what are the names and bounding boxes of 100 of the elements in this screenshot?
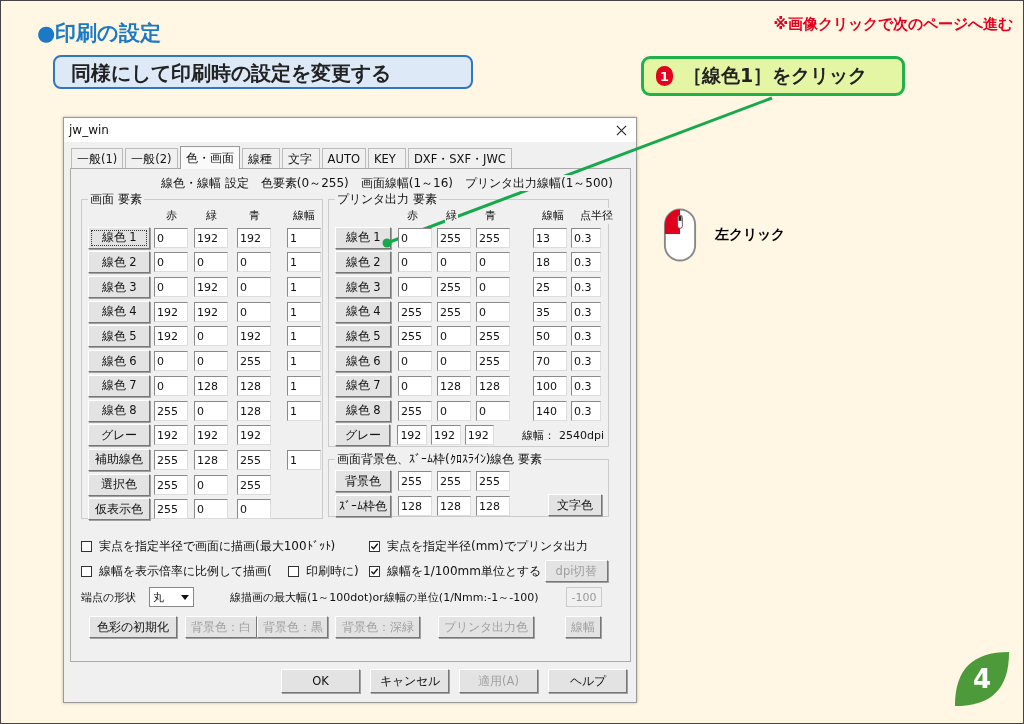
input-field[interactable]: 192 [154,301,188,322]
input-field[interactable]: 255 [154,449,188,470]
color-button[interactable]: ｽﾞｰﾑ枠色 [335,495,391,517]
color-button[interactable]: グレー [88,424,150,447]
tab[interactable]: 色・画面 [179,146,240,169]
color-button[interactable]: 線色 4 [88,300,150,323]
input-field[interactable]: 192 [194,301,228,322]
input-field[interactable]: 1 [287,227,321,248]
input-field[interactable]: 255 [476,471,510,491]
input-field[interactable]: 128 [476,496,510,516]
input-field[interactable]: 192 [154,326,188,347]
input-field[interactable]: 140 [533,400,567,421]
input-field[interactable]: 0 [194,400,228,421]
color-button[interactable]: 線色 7 [335,374,391,397]
input-field[interactable]: 192 [464,425,495,446]
color-button[interactable]: 仮表示色 [88,498,150,521]
color-button[interactable]: 選択色 [88,473,150,496]
dialog-button[interactable]: キャンセル [370,669,449,693]
color-button[interactable]: 線色 8 [88,399,150,422]
tab[interactable]: KEY [367,148,406,168]
input-field[interactable]: 0.3 [571,252,601,273]
input-field[interactable]: 0 [398,277,432,298]
input-field[interactable]: 255 [476,351,510,372]
input-field[interactable]: 1 [287,375,321,396]
input-field[interactable]: 0 [194,499,228,520]
close-icon[interactable] [616,124,627,136]
input-field[interactable]: 128 [437,375,471,396]
input-field[interactable]: 255 [437,301,471,322]
input-field[interactable]: 192 [431,425,461,446]
input-field[interactable]: 192 [237,227,271,248]
input-field[interactable]: 192 [194,425,228,446]
input-field[interactable]: 0 [437,400,471,421]
input-field[interactable]: 70 [533,351,567,372]
input-field[interactable]: 128 [194,375,228,396]
input-field[interactable]: 0.3 [571,301,601,322]
input-field[interactable]: 255 [398,400,432,421]
input-field[interactable]: 0 [237,301,271,322]
input-field[interactable]: 128 [237,400,271,421]
input-field[interactable]: 1 [287,449,321,470]
input-field[interactable]: 0 [194,326,228,347]
input-field[interactable]: 255 [398,326,432,347]
input-field[interactable]: 192 [194,277,228,298]
input-field[interactable]: 25 [533,277,567,298]
dialog-button[interactable]: ヘルプ [548,669,627,693]
color-button[interactable]: 文字色 [548,494,602,516]
input-field[interactable]: 0 [398,227,432,248]
input-field[interactable]: 255 [237,351,271,372]
input-field[interactable]: 0.3 [571,351,601,372]
color-button[interactable]: 線色 8 [335,399,391,422]
input-field[interactable]: 0 [237,252,271,273]
input-field[interactable]: 0 [154,252,188,273]
input-field[interactable]: 192 [397,425,428,446]
input-field[interactable]: 0 [194,252,228,273]
input-field[interactable]: 255 [398,471,432,491]
color-button[interactable]: 線色 7 [88,374,150,397]
dialog-button[interactable]: OK [281,669,360,693]
color-button[interactable]: 線色 5 [88,325,150,348]
tab[interactable]: DXF・SXF・JWC [407,148,512,168]
input-field[interactable]: 192 [194,227,228,248]
input-field[interactable]: 0 [237,277,271,298]
input-field[interactable]: 50 [533,326,567,347]
input-field[interactable]: 1 [287,326,321,347]
input-field[interactable]: 255 [437,471,471,491]
input-field[interactable]: 0 [398,351,432,372]
input-field[interactable]: 0 [154,277,188,298]
input-field[interactable]: 0 [437,351,471,372]
input-field[interactable]: 0 [476,252,510,273]
input-field[interactable]: 255 [437,227,471,248]
color-button[interactable]: 線色 5 [335,325,391,348]
input-field[interactable]: 128 [398,496,432,516]
tab[interactable]: 一般(1) [71,148,124,168]
input-field[interactable]: 0 [237,499,271,520]
input-field[interactable]: 0 [398,252,432,273]
input-field[interactable]: 1 [287,351,321,372]
input-field[interactable]: 0 [476,400,510,421]
input-field[interactable]: 0 [437,252,471,273]
input-field[interactable]: 1 [287,252,321,273]
input-field[interactable]: 35 [533,301,567,322]
input-field[interactable]: 1 [287,277,321,298]
checkbox[interactable] [288,565,299,577]
input-field[interactable]: 192 [237,425,271,446]
input-field[interactable]: 0 [398,375,432,396]
input-field[interactable]: 0.3 [571,375,601,396]
tab[interactable]: AUTO [321,148,366,168]
input-field[interactable]: 13 [533,227,567,248]
input-field[interactable]: 0.3 [571,400,601,421]
input-field[interactable]: 0.3 [571,277,601,298]
input-field[interactable]: 1 [287,400,321,421]
color-button[interactable]: 線色 3 [88,276,150,299]
color-button[interactable]: 線色 1 [88,226,150,249]
input-field[interactable]: 255 [237,474,271,495]
color-button[interactable]: 線色 2 [335,251,391,274]
color-button[interactable]: 補助線色 [88,448,150,471]
color-button[interactable]: 線色 2 [88,251,150,274]
color-button[interactable]: グレー [335,424,391,447]
input-field[interactable]: 255 [476,227,510,248]
input-field[interactable]: 192 [154,425,188,446]
input-field[interactable]: 255 [154,474,188,495]
option-button[interactable]: 色彩の初期化 [89,616,177,638]
color-button[interactable]: 線色 3 [335,276,391,299]
